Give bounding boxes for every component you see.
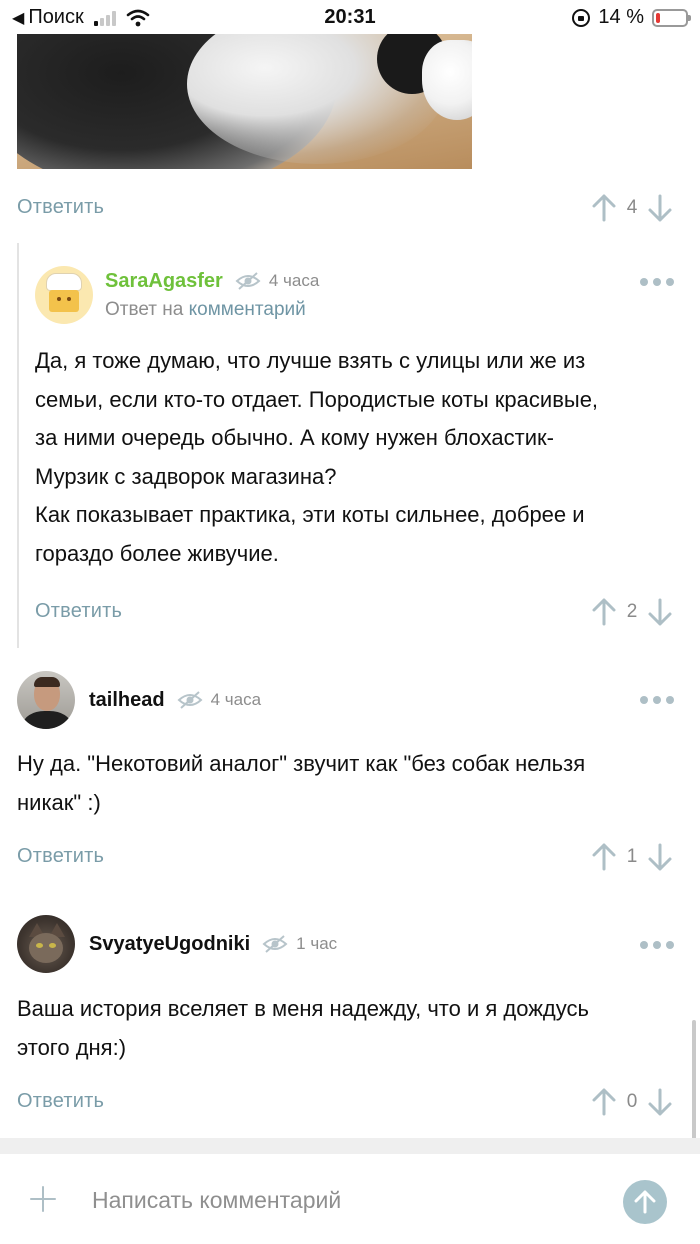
comment-input[interactable] (92, 1182, 592, 1218)
rating-count: 1 (626, 846, 638, 867)
comment-time: 4 часа (210, 690, 262, 709)
downvote-icon[interactable] (645, 1086, 675, 1118)
reply-button[interactable]: Ответить (17, 196, 104, 219)
upvote-icon[interactable] (589, 596, 619, 628)
comment-actions: Ответить 0 (17, 1088, 683, 1130)
avatar[interactable] (17, 671, 75, 729)
more-options-icon[interactable] (640, 696, 674, 704)
comment-actions: Ответить 1 (17, 843, 683, 885)
rating-count: 0 (626, 1091, 638, 1112)
battery-level (656, 12, 660, 23)
more-options-icon[interactable] (640, 278, 674, 286)
avatar[interactable] (17, 915, 75, 973)
comment-text: Да, я тоже думаю, что лучше взять с улиц… (35, 348, 599, 566)
reply-to-prefix: Ответ на (105, 298, 184, 320)
comment-header: SaraAgasfer 4 часа Ответ на комментарий (35, 266, 319, 324)
comment-text: Ваша история вселяет в меня надежду, что… (17, 996, 589, 1060)
reply-to-link[interactable]: комментарий (189, 299, 306, 320)
composer-divider (0, 1138, 700, 1154)
downvote-icon[interactable] (645, 841, 675, 873)
reply-button[interactable]: Ответить (17, 1090, 104, 1113)
comment-header: SvyatyeUgodniki 1 час (17, 915, 337, 973)
comment-text: Ну да. "Некотовий аналог" звучит как "бе… (17, 751, 586, 815)
orientation-lock-icon (572, 8, 591, 27)
rating-count: 4 (626, 197, 638, 218)
comment-time: 4 часа (268, 271, 320, 290)
reply-button[interactable]: Ответить (17, 845, 104, 868)
arrow-up-icon (634, 1190, 656, 1214)
comment-composer (0, 1154, 700, 1244)
downvote-icon[interactable] (645, 596, 675, 628)
downvote-icon[interactable] (645, 192, 675, 224)
comment-header: tailhead 4 часа (17, 671, 261, 729)
avatar[interactable] (35, 266, 93, 324)
upvote-icon[interactable] (589, 841, 619, 873)
comment-time: 1 час (296, 934, 338, 953)
rating-count: 2 (626, 601, 638, 622)
reply-button[interactable]: Ответить (35, 600, 122, 623)
username[interactable]: tailhead (89, 689, 165, 712)
thread-line (17, 243, 19, 648)
battery-percent: 14 % (598, 6, 644, 28)
more-options-icon[interactable] (640, 941, 674, 949)
add-attachment-icon[interactable] (28, 1184, 58, 1214)
comment-actions: Ответить 4 (17, 194, 683, 236)
upvote-icon[interactable] (589, 1086, 619, 1118)
hidden-eye-icon (262, 935, 288, 953)
scrollbar[interactable] (692, 1020, 696, 1150)
status-bar: ◀ Поиск 20:31 14 % (0, 0, 700, 34)
upvote-icon[interactable] (589, 192, 619, 224)
hidden-eye-icon (177, 691, 203, 709)
hidden-eye-icon (235, 272, 261, 290)
send-button[interactable] (623, 1180, 667, 1224)
comment-actions: Ответить 2 (35, 598, 683, 640)
comment-image[interactable] (17, 34, 472, 169)
reply-to-line: Ответ на комментарий (105, 299, 319, 321)
username[interactable]: SvyatyeUgodniki (89, 933, 250, 956)
battery-icon (652, 8, 691, 27)
username[interactable]: SaraAgasfer (105, 270, 223, 293)
